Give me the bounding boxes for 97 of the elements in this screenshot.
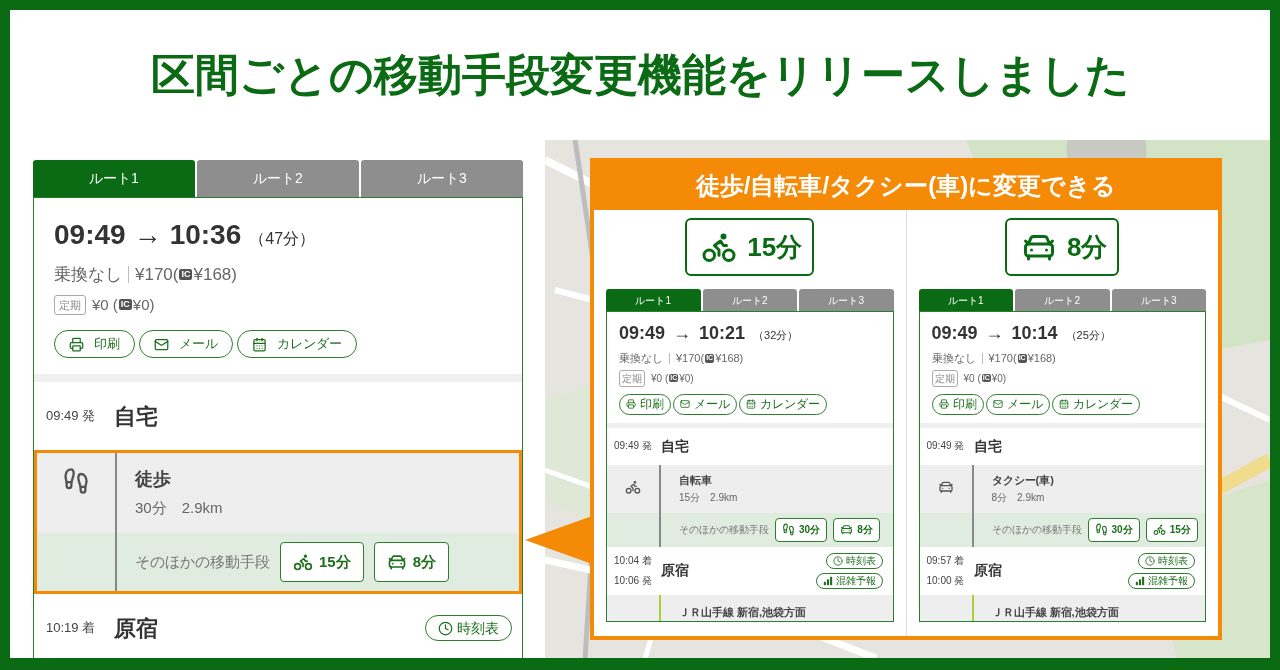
transfer-count: 乗換なし [619,351,664,366]
fare-text: ¥0 ( [651,371,669,386]
time-label: 09:49 発 [46,407,97,426]
alternative-mode-button[interactable]: 30分 [775,517,828,542]
other-modes-label: そのほかの移動手段 [679,523,769,537]
stop-name: 原宿 [661,561,690,580]
time-label: 09:49 発 [614,439,653,453]
time-label: 09:49 発 [926,439,966,453]
arrive-time: 10:21 [699,322,746,345]
stop-name: 原宿 [973,561,1003,580]
depart-time: 09:49 [931,322,978,345]
train-line: ＪＲ山手線 新宿,池袋方面 [990,605,1119,620]
stop-name: 自宅 [661,436,690,456]
transfer-count: 乗換なし [931,351,977,366]
stop-name: 原宿 [114,614,159,643]
alternative-mode-button[interactable]: 8分 [833,517,880,542]
car-icon [386,552,407,572]
total-duration: （32分） [753,328,799,343]
stop-name: 自宅 [973,436,1003,456]
footprints-icon [62,467,90,495]
mail-icon [992,399,1003,409]
bicycle-icon [625,478,641,495]
transfer-count: 乗換なし [54,264,123,286]
printer-icon [626,399,636,409]
total-duration: （47分） [249,229,316,249]
time-label: 09:57 着 [926,553,966,568]
ic-card-badge: IC [179,269,193,281]
time-label: 10:06 発 [614,573,653,588]
fare-text: ¥168) [193,264,237,286]
fare-text: ¥168) [715,351,744,366]
bar-chart-icon [822,575,833,586]
alternative-mode-button[interactable]: 8分 [373,542,450,582]
route-tab[interactable]: ルート1 [33,160,195,197]
commuter-pass-tag: 定期 [931,369,958,387]
clock-icon [832,555,843,566]
time-label: 10:19 着 [46,619,97,638]
duration-distance: 8分 2.9km [991,490,1046,505]
fare-text: ¥170( [988,351,1017,366]
arrow-text: → [673,322,692,345]
time-label: 10:00 発 [926,573,966,588]
footprints-icon [1094,523,1108,536]
car-icon [840,523,854,536]
mail-icon [680,399,690,409]
arrow-text: → [985,322,1004,345]
fare-text: ¥170( [135,264,179,286]
time-label: 10:04 着 [614,553,653,568]
timetable-button[interactable]: 時刻表 [825,552,883,569]
route-tab[interactable]: ルート1 [918,289,1013,311]
bicycle-icon [293,552,313,572]
headline: 区間ごとの移動手段変更機能をリリースしました [150,49,1130,101]
stop-name: 自宅 [114,402,159,431]
fare-text: ¥0) [991,371,1007,386]
transport-mode: 自転車 [679,473,713,489]
commuter-pass-tag: 定期 [54,294,86,315]
mail-icon [154,336,169,352]
transport-mode: 徒歩 [135,468,172,492]
badge-duration: 8分 [1067,230,1108,264]
duration-distance: 30分 2.9km [135,498,223,519]
arrow-text: → [133,218,162,252]
calendar-icon [252,336,267,352]
footprints-icon [782,523,795,536]
depart-time: 09:49 [54,218,126,252]
badge-duration: 15分 [747,230,803,264]
alternative-mode-button[interactable]: 30分 [1087,517,1140,542]
crowd-forecast-button[interactable]: 混雑予報 [815,572,883,589]
callout-heading: 徒歩/自転車/タクシー(車)に変更できる [695,171,1117,201]
other-modes-label: そのほかの移動手段 [135,551,270,572]
fare-text: ¥0 ( [963,371,981,386]
arrive-time: 10:36 [169,218,242,252]
commuter-pass-tag: 定期 [619,369,645,387]
total-duration: （25分） [1065,328,1111,343]
calendar-icon [1058,399,1069,409]
fare-text: ¥0) [679,371,694,386]
clock-icon [438,620,453,636]
bicycle-icon [1152,523,1166,536]
bar-chart-icon [1135,575,1145,586]
transport-mode: タクシー(車) [991,473,1054,489]
fare-text: ¥170( [676,351,705,366]
alternative-mode-button[interactable]: 15分 [280,542,364,582]
fare-text: ¥0 ( [92,294,118,315]
clock-icon [1145,555,1155,566]
fare-text: ¥0) [132,294,155,315]
alternative-mode-button[interactable]: 15分 [1145,517,1198,542]
timetable-button[interactable]: 時刻表 [1138,552,1195,569]
other-modes-label: そのほかの移動手段 [991,523,1082,537]
duration-distance: 15分 2.9km [679,490,738,505]
fare-text: ¥168) [1027,351,1056,366]
timetable-button[interactable]: 時刻表 [425,615,512,641]
depart-time: 09:49 [619,322,666,345]
printer-icon [69,336,84,352]
ic-card-badge: IC [118,299,132,311]
arrive-time: 10:14 [1011,322,1058,345]
calendar-icon [746,399,756,409]
printer-icon [938,399,949,409]
crowd-forecast-button[interactable]: 混雑予報 [1128,572,1195,589]
train-line: ＪＲ山手線 新宿,池袋方面 [678,605,807,620]
route-tab[interactable]: ルート1 [606,289,701,311]
